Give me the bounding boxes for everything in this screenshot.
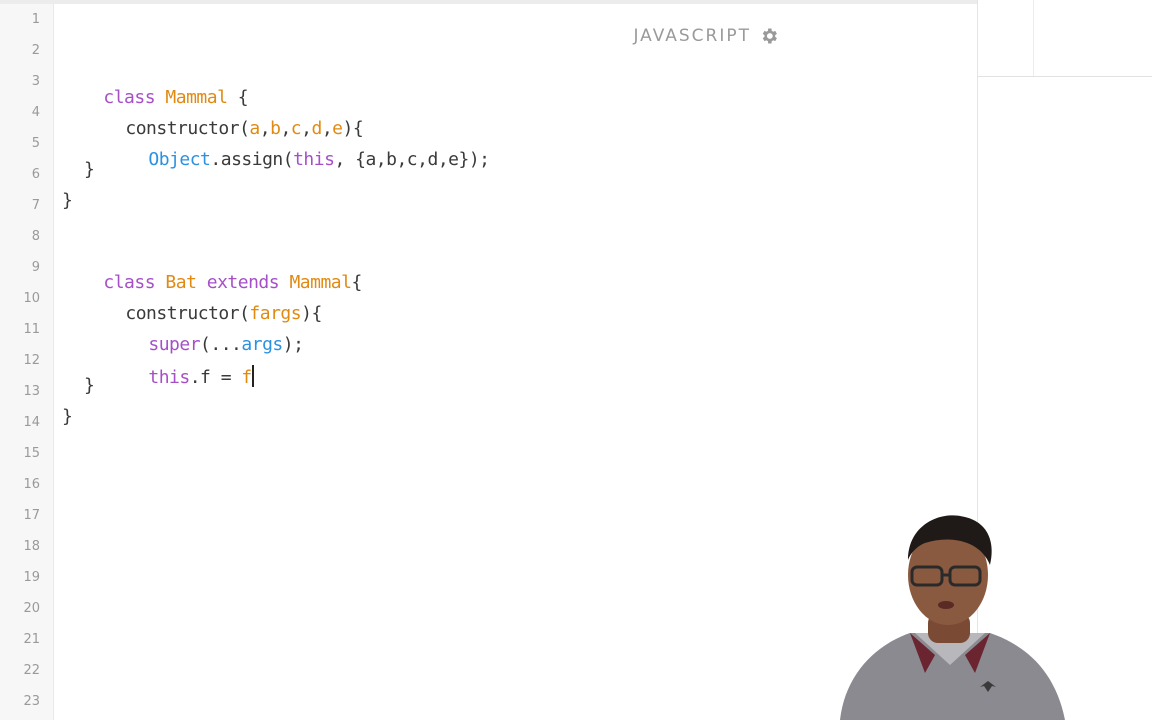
- line-number: 7: [31, 198, 40, 213]
- keyword: this: [148, 367, 190, 388]
- line-number: 16: [23, 477, 40, 492]
- brace: }: [62, 190, 73, 211]
- param: f: [241, 367, 252, 388]
- keyword: this: [293, 149, 335, 170]
- line-number: 23: [23, 694, 40, 709]
- line-number: 11: [23, 322, 40, 337]
- line-number: 21: [23, 632, 40, 647]
- line-number: 8: [31, 229, 40, 244]
- punctuation: ){: [301, 303, 322, 324]
- assignment: .f =: [189, 367, 242, 388]
- brace: }: [84, 159, 95, 180]
- side-panel-header: [978, 0, 1152, 77]
- side-panel-divider: [1033, 0, 1034, 76]
- line-number: 5: [31, 136, 40, 151]
- presenter-webcam: [840, 515, 1065, 720]
- line-number: 14: [23, 415, 40, 430]
- gear-icon[interactable]: [759, 26, 779, 46]
- brace: }: [62, 406, 73, 427]
- line-number: 15: [23, 446, 40, 461]
- code-line-6[interactable]: }: [84, 159, 95, 180]
- line-number: 12: [23, 353, 40, 368]
- method-call: .assign(: [210, 149, 294, 170]
- editor-top-border: [0, 0, 977, 4]
- line-number: 10: [23, 291, 40, 306]
- line-number: 17: [23, 508, 40, 523]
- line-number: 1: [31, 12, 40, 27]
- language-label: JAVASCRIPT: [633, 26, 751, 46]
- line-number: 18: [23, 539, 40, 554]
- arguments: , {a,b,c,d,e});: [334, 149, 490, 170]
- line-number: 6: [31, 167, 40, 182]
- line-number: 13: [23, 384, 40, 399]
- code-line-7[interactable]: }: [62, 190, 73, 211]
- code-line-14[interactable]: }: [62, 406, 73, 427]
- brace: }: [84, 375, 95, 396]
- code-line-13[interactable]: }: [84, 375, 95, 396]
- line-number: 19: [23, 570, 40, 585]
- punctuation: );: [282, 334, 304, 355]
- punctuation: {: [351, 272, 362, 293]
- builtin-object: Object: [148, 149, 211, 170]
- line-number: 4: [31, 105, 40, 120]
- line-number-gutter: 1 2 3 4 5 6 7 8 9 10 11 12 13 14 15 16 17 18 19 20 21 22 23: [0, 4, 54, 720]
- code-line-12[interactable]: this.f = f: [107, 344, 254, 409]
- code-line-5[interactable]: Object.assign(this, {a,b,c,d,e});: [107, 128, 490, 191]
- text-cursor: [251, 365, 254, 387]
- line-number: 9: [31, 260, 40, 275]
- line-number: 3: [31, 74, 40, 89]
- line-number: 20: [23, 601, 40, 616]
- line-number: 2: [31, 43, 40, 58]
- line-number: 22: [23, 663, 40, 678]
- language-selector[interactable]: JAVASCRIPT: [633, 26, 779, 46]
